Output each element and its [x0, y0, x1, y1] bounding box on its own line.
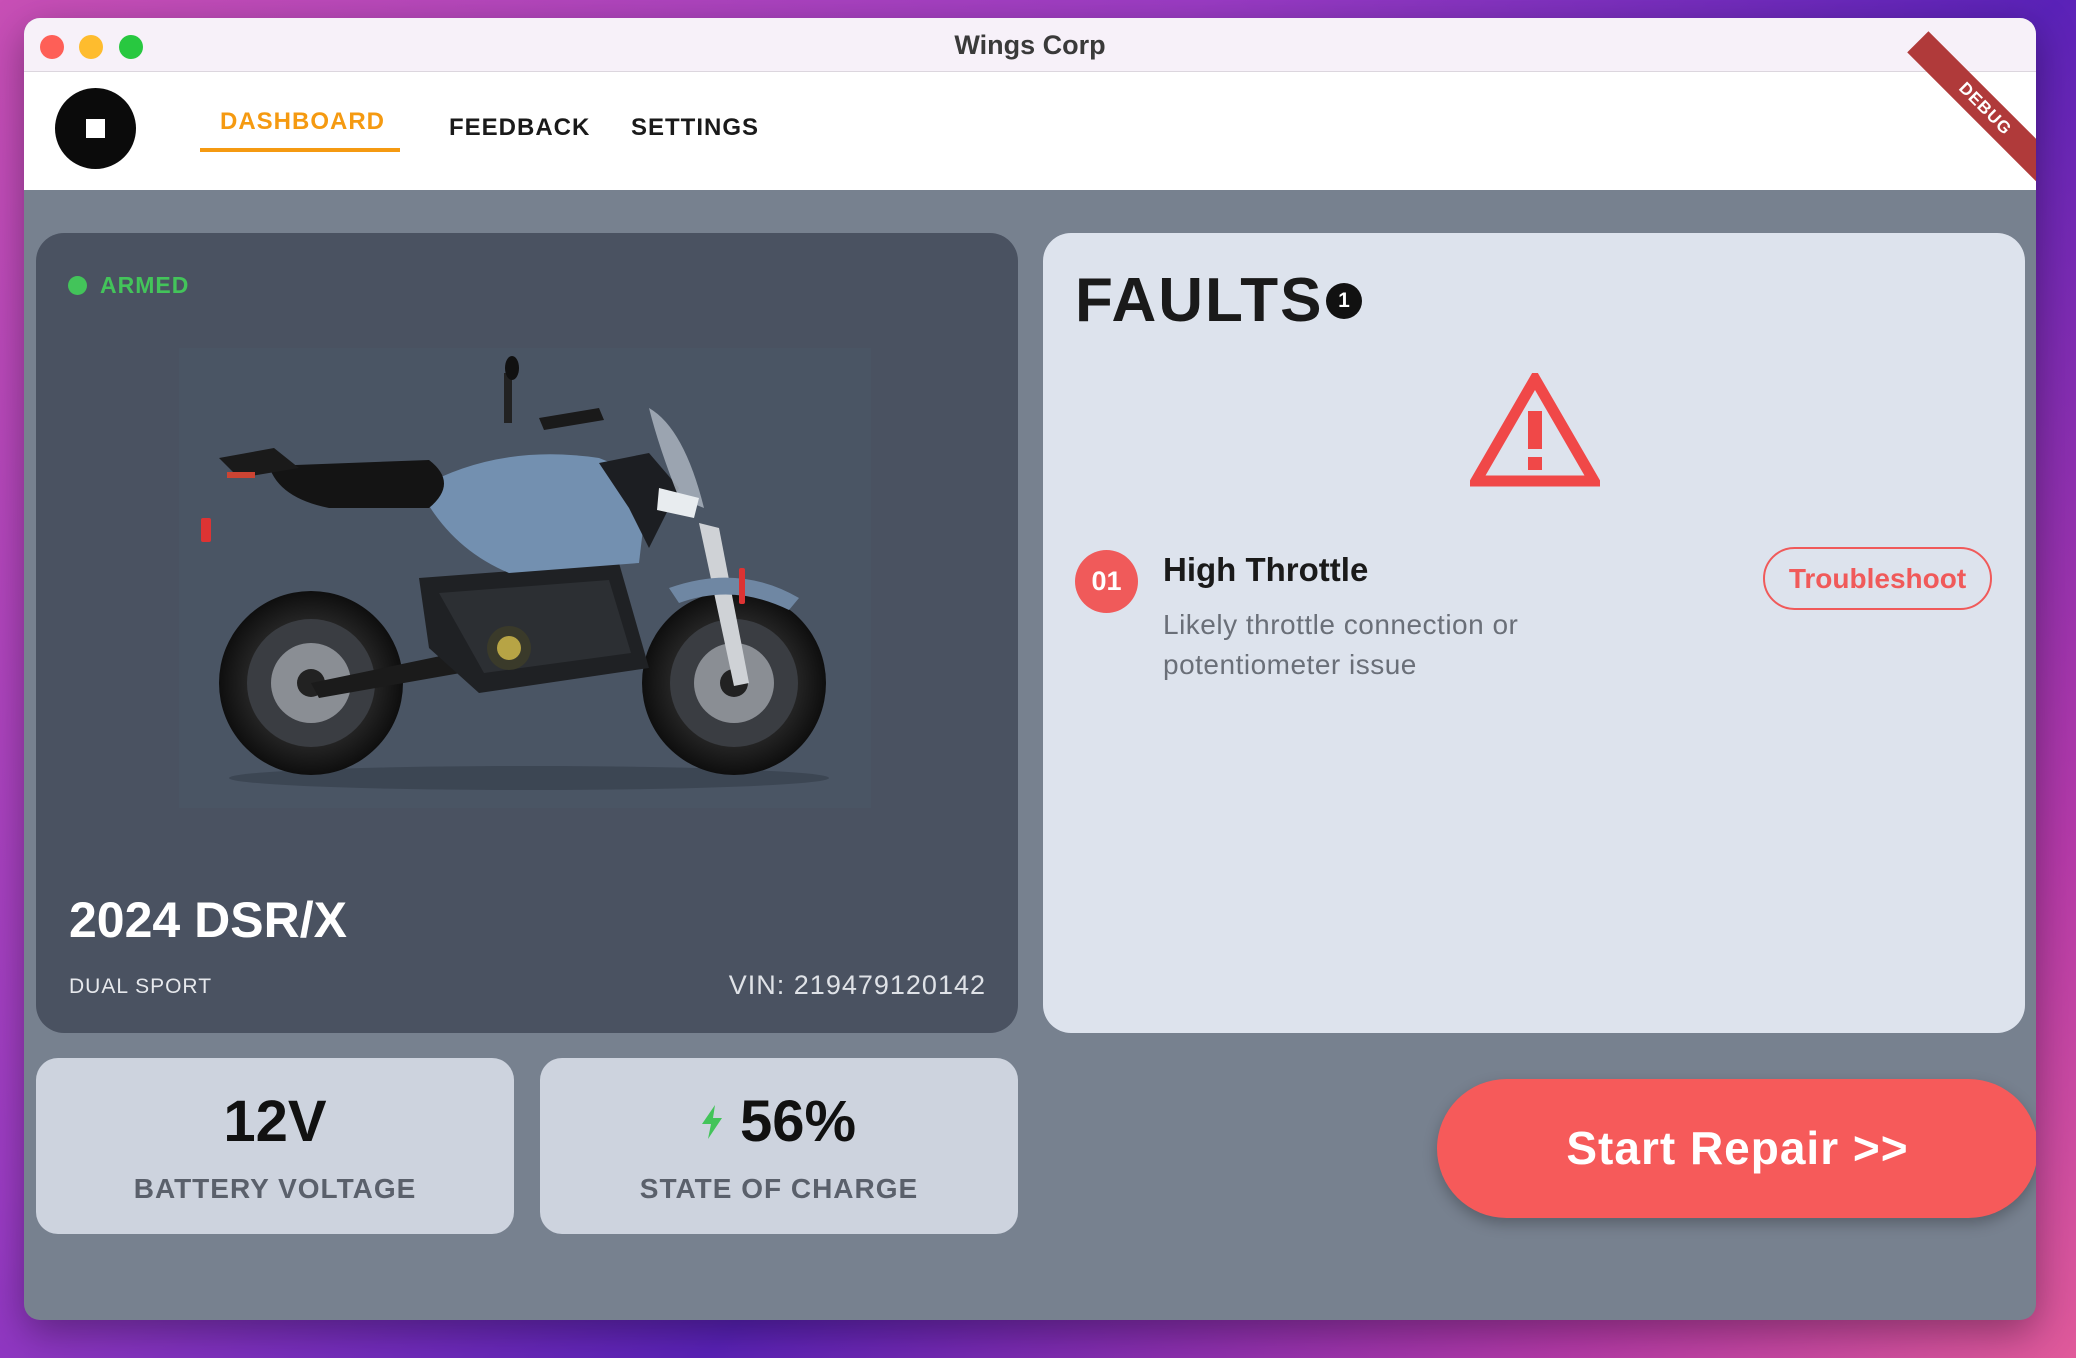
faults-card: FAULTS 1 01 High Throttle Likely throttl…: [1043, 233, 2025, 1033]
fault-title: High Throttle: [1163, 551, 1369, 588]
app-window: Wings Corp DASHBOARD FEEDBACK SETTINGS D…: [24, 18, 2036, 1320]
vehicle-name: 2024 DSR/X: [69, 892, 347, 948]
troubleshoot-button[interactable]: Troubleshoot: [1763, 547, 1992, 610]
nav-active-indicator: [200, 148, 400, 152]
vehicle-card: ARMED 2024 DSR/X DUAL SPORT VIN: 2194791…: [36, 233, 1018, 1033]
vehicle-status: ARMED: [100, 272, 190, 298]
bolt-icon: [701, 1086, 722, 1153]
faults-count-badge: 1: [1326, 283, 1362, 319]
vehicle-vin: VIN: 219479120142: [728, 970, 986, 1000]
nav-settings[interactable]: SETTINGS: [631, 114, 759, 142]
battery-voltage-card: 12V BATTERY VOLTAGE: [36, 1058, 514, 1234]
title-bar: Wings Corp: [24, 18, 2036, 72]
nav-dashboard[interactable]: DASHBOARD: [220, 108, 385, 136]
fault-number-badge: 01: [1075, 550, 1138, 613]
fault-description: Likely throttle connection or potentiome…: [1163, 609, 1519, 680]
faults-title: FAULTS: [1075, 266, 1324, 335]
app-header: DASHBOARD FEEDBACK SETTINGS DEBUG: [24, 31, 2036, 190]
window-title: Wings Corp: [954, 30, 1106, 60]
warning-icon: [1466, 368, 1604, 492]
vehicle-type: DUAL SPORT: [69, 975, 213, 998]
state-of-charge-card: 56% STATE OF CHARGE: [540, 1058, 1018, 1234]
battery-voltage-label: BATTERY VOLTAGE: [133, 1173, 417, 1204]
dashboard-content: ARMED 2024 DSR/X DUAL SPORT VIN: 2194791…: [24, 190, 2036, 1320]
battery-voltage-value: 12V: [223, 1089, 327, 1154]
state-of-charge-value: 56%: [739, 1089, 857, 1154]
start-repair-button[interactable]: Start Repair >>: [1437, 1079, 2036, 1218]
app-logo-icon[interactable]: [55, 88, 136, 169]
state-of-charge-label: STATE OF CHARGE: [639, 1173, 919, 1204]
nav-feedback[interactable]: FEEDBACK: [449, 114, 590, 142]
motorcycle-photo: [179, 348, 871, 808]
status-dot-icon: [68, 276, 87, 295]
state-of-charge-row: 56%: [540, 1088, 1018, 1159]
